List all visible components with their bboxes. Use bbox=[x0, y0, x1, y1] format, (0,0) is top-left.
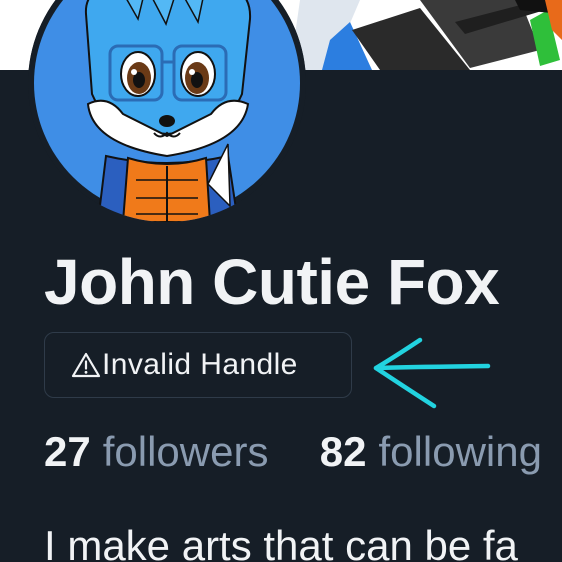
following-link[interactable]: 82 following bbox=[308, 428, 542, 475]
left-arrow-icon bbox=[370, 332, 500, 417]
following-label: following bbox=[378, 428, 542, 475]
warning-triangle-icon bbox=[71, 351, 101, 379]
followers-label: followers bbox=[102, 428, 269, 475]
profile-page: John Cutie Fox Invalid Handle 27 follower… bbox=[0, 0, 562, 562]
followers-count: 27 bbox=[44, 428, 91, 475]
follow-stats: 27 followers 82 following bbox=[44, 425, 542, 479]
avatar[interactable] bbox=[28, 0, 306, 222]
followers-link[interactable]: 27 followers bbox=[44, 428, 280, 475]
profile-bio: I make arts that can be fa bbox=[44, 522, 518, 562]
following-count: 82 bbox=[319, 428, 367, 475]
invalid-handle-badge[interactable]: Invalid Handle bbox=[44, 332, 352, 398]
display-name: John Cutie Fox bbox=[44, 246, 500, 318]
handle-status-label: Invalid Handle bbox=[102, 348, 298, 381]
